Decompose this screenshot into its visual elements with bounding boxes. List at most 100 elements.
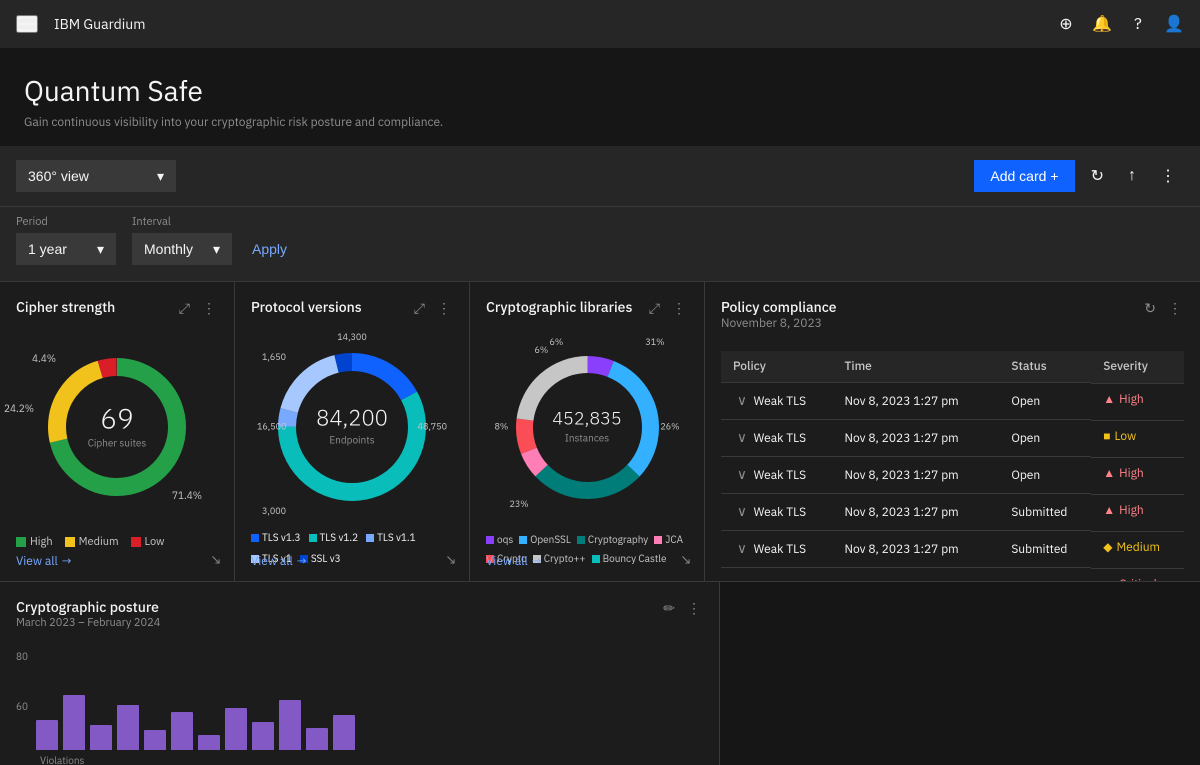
policy-time: Nov 8, 2023 1:27 pm	[832, 494, 999, 531]
crypto-lib-more-icon[interactable]: ⋮	[670, 298, 688, 319]
crypto-lib-card-actions: ⤢ ⋮	[647, 298, 688, 319]
user-icon[interactable]: 👤	[1164, 14, 1184, 34]
posture-bars	[36, 650, 703, 750]
protocol-number: 84,200	[316, 408, 388, 430]
crypto-lib-number: 452,835	[552, 410, 621, 428]
policy-name: Weak TLS	[754, 579, 807, 581]
posture-bar	[306, 728, 328, 750]
protocol-expand-icon[interactable]: ⤢	[412, 298, 427, 319]
interval-select[interactable]: Monthly	[132, 233, 232, 265]
page-header: Quantum Safe Gain continuous visibility …	[0, 48, 1200, 146]
more-options-button[interactable]: ⋮	[1152, 158, 1184, 194]
cipher-view-all[interactable]: View all →	[16, 554, 72, 569]
posture-edit-icon[interactable]: ✏	[661, 598, 677, 619]
proto-label-bottom: 3,000	[262, 506, 286, 517]
cipher-expand-icon[interactable]: ⤢	[177, 298, 192, 319]
policy-status: Submitted	[999, 494, 1091, 531]
cipher-strength-card: Cipher strength ⤢ ⋮ 4.4% 24.2% 71.4%	[0, 282, 235, 581]
posture-bar	[36, 720, 58, 750]
policy-name: Weak TLS	[754, 431, 807, 446]
view-selector[interactable]: 360° view	[16, 160, 176, 192]
crypto-lib-header: Cryptographic libraries ⤢ ⋮	[486, 298, 688, 319]
legend-high-label: High	[30, 535, 53, 549]
policy-time: Nov 8, 2023 1:27 pm	[832, 457, 999, 494]
crypto-lib-expand-icon[interactable]: ⤢	[647, 298, 662, 319]
row-expand-button[interactable]: ∨	[733, 576, 751, 581]
policy-name: Weak TLS	[754, 468, 807, 483]
policy-status: Open	[999, 383, 1091, 420]
severity-label: High	[1119, 392, 1144, 407]
cipher-pct-low: 4.4%	[32, 352, 56, 365]
cipher-donut-center: 69 Cipher suites	[88, 405, 147, 450]
export-button[interactable]: ↑	[1120, 159, 1144, 193]
cipher-strength-header: Cipher strength ⤢ ⋮	[16, 298, 218, 319]
row-expand-button[interactable]: ∨	[733, 465, 751, 485]
help-icon[interactable]: ?	[1128, 14, 1148, 34]
table-row: ∨ Weak TLS Nov 8, 2023 1:27 pm Submitted…	[721, 531, 1184, 568]
posture-more-icon[interactable]: ⋮	[685, 598, 703, 619]
notification-icon[interactable]: 🔔	[1092, 14, 1112, 34]
policy-name: Weak TLS	[754, 394, 807, 409]
col-status: Status	[999, 351, 1091, 383]
severity-icon: ▲	[1103, 392, 1115, 407]
cipher-chart: 4.4% 24.2% 71.4% 69 Cipher suites	[16, 327, 218, 527]
severity-icon: ▲	[1103, 503, 1115, 518]
severity-icon: ▲	[1103, 466, 1115, 481]
col-policy: Policy	[721, 351, 832, 383]
interval-label: Interval	[132, 215, 232, 229]
protocol-header: Protocol versions ⤢ ⋮	[251, 298, 453, 319]
policy-more-icon[interactable]: ⋮	[1166, 298, 1184, 319]
col-severity: Severity	[1091, 351, 1184, 383]
cipher-more-icon[interactable]: ⋮	[200, 298, 218, 319]
sl-oqs: oqs	[486, 533, 513, 546]
policy-time: Nov 8, 2023 1:27 pm	[832, 420, 999, 457]
legend-tlsv12-dot	[309, 534, 317, 542]
severity-icon: ■	[1103, 429, 1110, 444]
policy-severity: ■ Low	[1091, 420, 1184, 452]
posture-y-label: Violations	[40, 754, 703, 765]
crypto-lib-view-all[interactable]: View all →	[486, 554, 542, 569]
view-selector-wrap: 360° view	[16, 160, 176, 192]
crypto-lib-donut-center: 452,835 Instances	[552, 410, 621, 445]
crypto-lib-donut-wrap: 31% 26% 23% 8% 6% 6%	[495, 335, 680, 520]
table-row: ∨ Weak TLS Nov 8, 2023 1:27 pm Open ▲ Hi…	[721, 457, 1184, 494]
posture-bar	[225, 708, 247, 750]
table-row: ∨ Weak TLS Nov 8, 2023 1:27 pm Open ■ Lo…	[721, 420, 1184, 457]
proto-label-right: 48,750	[418, 422, 447, 433]
policy-refresh-icon[interactable]: ↻	[1142, 298, 1158, 319]
apply-button[interactable]: Apply	[248, 233, 291, 265]
severity-label: High	[1119, 466, 1144, 481]
menu-button[interactable]	[16, 15, 38, 33]
refresh-button[interactable]: ↻	[1083, 158, 1112, 194]
crypto-lib-sublabel: Instances	[552, 432, 621, 445]
toolbar: 360° view Add card + ↻ ↑ ⋮	[0, 146, 1200, 207]
pin-icon[interactable]: ⊕	[1056, 14, 1076, 34]
posture-title: Cryptographic posture	[16, 598, 160, 616]
proto-label-top: 14,300	[337, 332, 366, 343]
posture-bar	[333, 715, 355, 750]
row-expand-button[interactable]: ∨	[733, 502, 751, 522]
policy-title: Policy compliance	[721, 298, 837, 316]
protocol-more-icon[interactable]: ⋮	[435, 298, 453, 319]
row-expand-button[interactable]: ∨	[733, 391, 751, 411]
period-filter-group: Period 1 year	[16, 215, 116, 265]
sl-jca: JCA	[654, 533, 683, 546]
row-expand-button[interactable]: ∨	[733, 539, 751, 559]
nav-left: IBM Guardium	[16, 15, 145, 33]
cipher-pct-medium: 24.2%	[4, 402, 34, 415]
row-expand-button[interactable]: ∨	[733, 428, 751, 448]
page-title: Quantum Safe	[24, 72, 1176, 109]
period-select[interactable]: 1 year	[16, 233, 116, 265]
legend-tlsv12: TLS v1.2	[309, 531, 359, 544]
crypto-pct-31: 31%	[645, 337, 664, 348]
policy-table: Policy Time Status Severity ∨ Weak TLS N…	[721, 351, 1184, 581]
protocol-view-all[interactable]: View all →	[251, 554, 307, 569]
cipher-pct-high: 71.4%	[172, 489, 202, 502]
cipher-number: 69	[88, 405, 147, 433]
add-card-button[interactable]: Add card +	[974, 160, 1074, 192]
period-label: Period	[16, 215, 116, 229]
posture-bar	[252, 722, 274, 750]
policy-time: Nov 8, 2023 1:27 pm	[832, 531, 999, 568]
crypto-lib-card-bottom-icon: ↘	[681, 551, 692, 569]
top-nav: IBM Guardium ⊕ 🔔 ? 👤	[0, 0, 1200, 48]
